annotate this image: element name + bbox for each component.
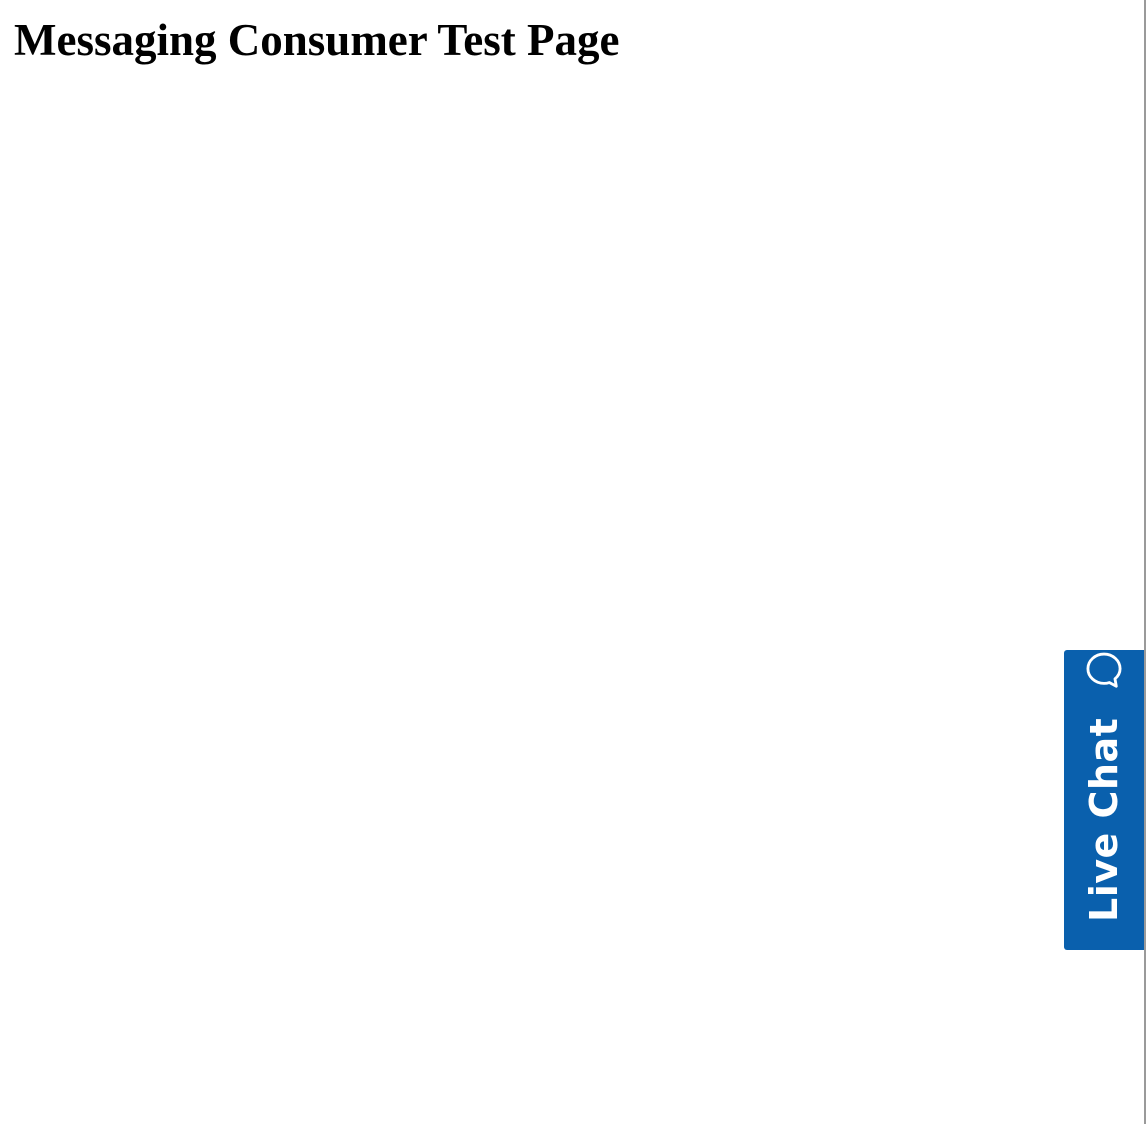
live-chat-button[interactable]: Live Chat bbox=[1064, 650, 1144, 950]
live-chat-label: Live Chat bbox=[1082, 717, 1126, 922]
live-chat-content: Live Chat bbox=[1064, 650, 1144, 950]
chat-bubble-icon bbox=[1086, 652, 1122, 688]
page-title: Messaging Consumer Test Page bbox=[14, 15, 620, 65]
